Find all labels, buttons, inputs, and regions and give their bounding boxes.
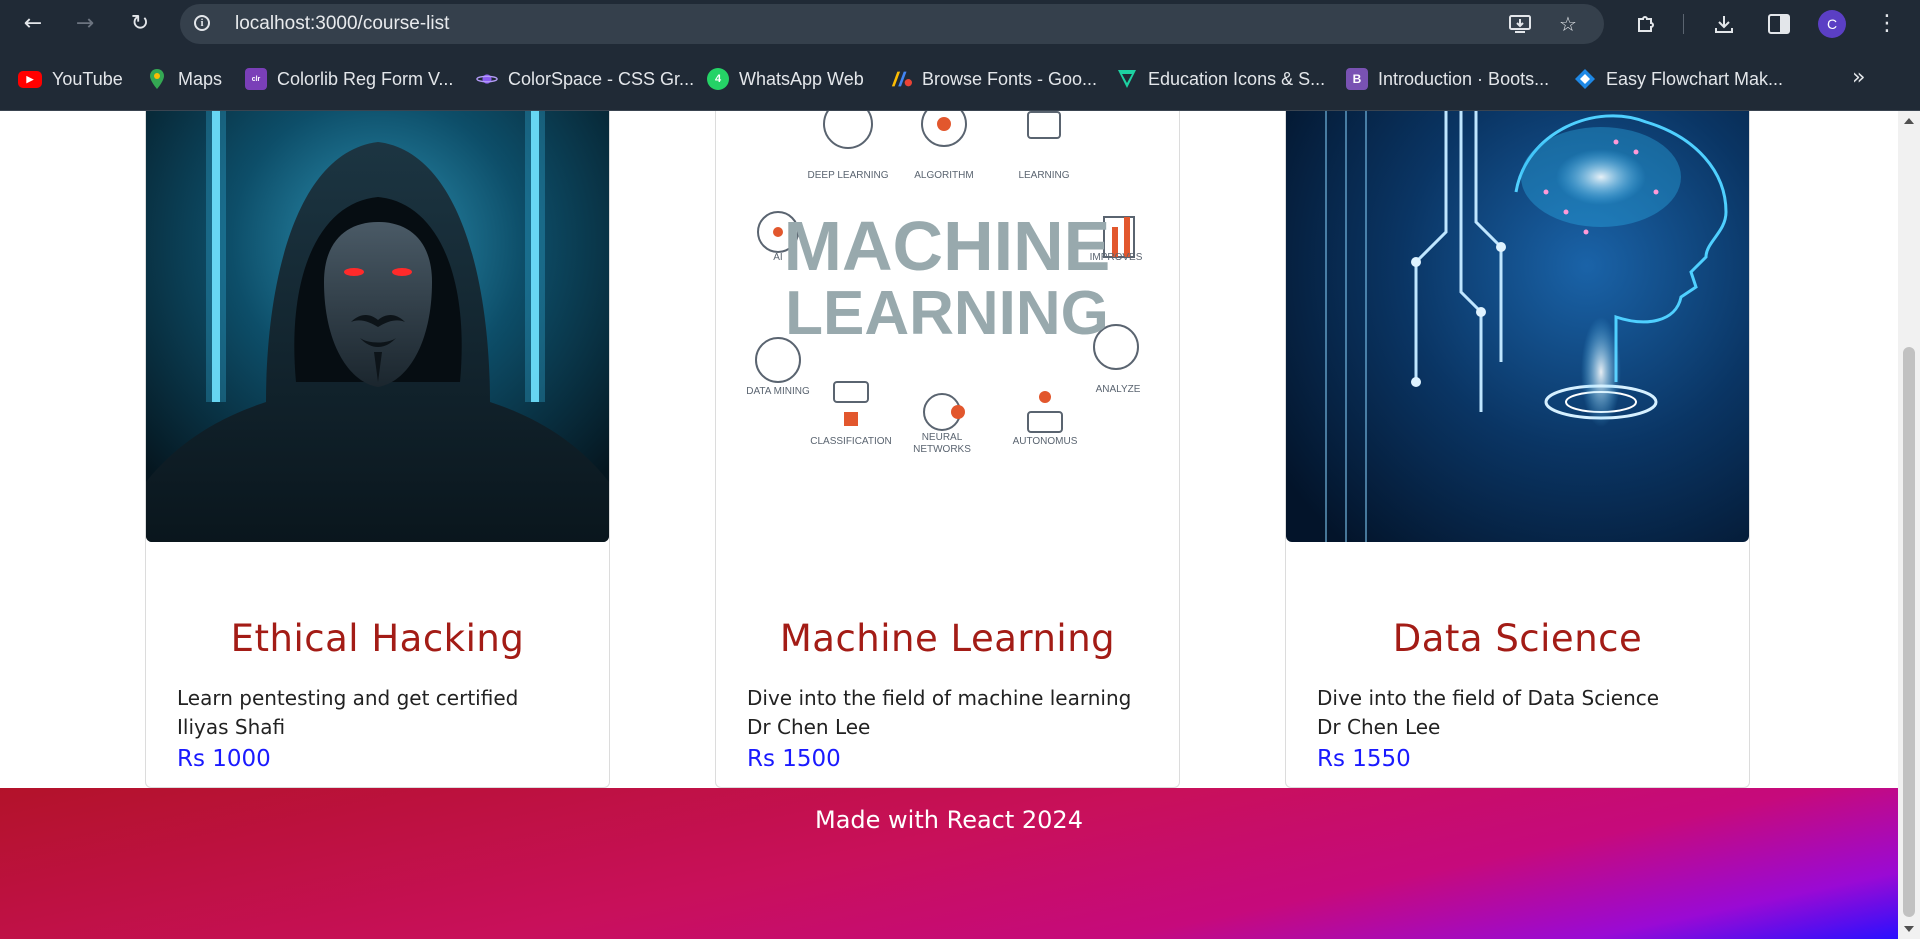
forward-arrow-icon[interactable]: →: [67, 6, 103, 42]
browser-toolbar: ← → ↻ i localhost:3000/course-list ☆ C ⋮: [0, 0, 1920, 47]
scroll-up-arrow-icon[interactable]: [1904, 118, 1914, 124]
scrollbar-thumb[interactable]: [1903, 347, 1915, 917]
digital-brain-image: [1286, 111, 1749, 542]
bookmark-colorspace[interactable]: ColorSpace - CSS Gr...: [476, 65, 694, 93]
scroll-down-arrow-icon[interactable]: [1904, 926, 1914, 932]
page-viewport: Ethical Hacking Learn pentesting and get…: [0, 111, 1898, 939]
bookmark-youtube[interactable]: ▶ YouTube: [18, 65, 123, 93]
bookmark-label: Browse Fonts - Goo...: [922, 68, 1098, 89]
profile-avatar[interactable]: C: [1818, 10, 1846, 38]
bookmark-label: Colorlib Reg Form V...: [277, 68, 454, 89]
download-icon[interactable]: [1706, 6, 1742, 42]
course-card[interactable]: MACHINE LEARNING DEEP LEARNING ALGORITHM…: [715, 111, 1180, 788]
colorspace-planet-icon: [476, 68, 498, 90]
colorlib-icon: clr: [245, 68, 267, 90]
flowchart-icon: [1574, 68, 1596, 90]
ml-heading-machine: MACHINE: [784, 207, 1111, 285]
ml-label: NETWORKS: [913, 444, 971, 455]
course-title: Data Science: [1392, 617, 1643, 660]
ml-label: ANALYZE: [1096, 384, 1141, 395]
bookmark-maps[interactable]: Maps: [146, 65, 222, 93]
course-author: Dr Chen Lee: [747, 715, 871, 739]
bookmark-star-icon[interactable]: ☆: [1550, 10, 1586, 38]
url-text[interactable]: localhost:3000/course-list: [235, 13, 449, 35]
hooded-hacker-image: [146, 111, 609, 542]
bookmark-label: Education Icons & S...: [1148, 68, 1326, 89]
ml-label: LEARNING: [1018, 170, 1069, 181]
ml-label: CLASSIFICATION: [810, 436, 892, 447]
bookmark-flaticon[interactable]: Education Icons & S...: [1116, 65, 1325, 93]
back-arrow-icon[interactable]: ←: [15, 6, 51, 42]
footer-text: Made with React 2024: [815, 806, 1083, 834]
course-card[interactable]: Data Science Dive into the field of Data…: [1285, 111, 1750, 788]
ml-label: AUTONOMUS: [1013, 436, 1078, 447]
bookmark-colorlib[interactable]: clr Colorlib Reg Form V...: [245, 65, 453, 93]
course-description: Learn pentesting and get certified: [177, 686, 519, 710]
google-fonts-icon: [890, 68, 912, 90]
bookmark-label: Introduction · Boots...: [1378, 68, 1550, 89]
bookmark-google-fonts[interactable]: Browse Fonts - Goo...: [890, 65, 1097, 93]
ml-label: DEEP LEARNING: [808, 170, 889, 181]
course-price: Rs 1500: [747, 746, 841, 772]
ml-label: DATA MINING: [746, 386, 810, 397]
bookmark-label: YouTube: [52, 68, 123, 89]
machine-learning-infographic-image: MACHINE LEARNING DEEP LEARNING ALGORITHM…: [716, 111, 1179, 542]
course-description: Dive into the field of machine learning: [747, 686, 1132, 710]
ml-label: AI: [773, 252, 782, 263]
course-author: Iliyas Shafi: [177, 715, 286, 739]
site-info-icon[interactable]: i: [194, 15, 210, 31]
bookmark-whatsapp[interactable]: 4 WhatsApp Web: [707, 65, 864, 93]
bootstrap-icon: B: [1346, 68, 1368, 90]
bookmark-bootstrap[interactable]: B Introduction · Boots...: [1346, 65, 1549, 93]
side-panel-icon[interactable]: [1761, 6, 1797, 42]
youtube-icon: ▶: [18, 70, 42, 88]
ml-heading-learning: LEARNING: [785, 279, 1109, 348]
course-card[interactable]: Ethical Hacking Learn pentesting and get…: [145, 111, 610, 788]
bookmark-label: WhatsApp Web: [739, 68, 864, 89]
install-app-icon[interactable]: [1502, 10, 1538, 38]
more-bookmarks-chevron-icon[interactable]: »: [1852, 65, 1865, 90]
course-author: Dr Chen Lee: [1317, 715, 1441, 739]
course-description: Dive into the field of Data Science: [1317, 686, 1660, 710]
flaticon-icon: [1116, 68, 1138, 90]
toolbar-divider: [1683, 14, 1684, 34]
bookmarks-bar: ▶ YouTube Maps clr Colorlib Reg Form V..…: [0, 47, 1920, 111]
ml-label: NEURAL: [922, 432, 963, 443]
reload-icon[interactable]: ↻: [122, 6, 158, 42]
ml-label: IMPROVES: [1090, 252, 1143, 263]
course-price: Rs 1550: [1317, 746, 1411, 772]
address-bar[interactable]: i localhost:3000/course-list ☆: [180, 4, 1604, 44]
menu-kebab-icon[interactable]: ⋮: [1869, 6, 1905, 42]
bookmark-label: ColorSpace - CSS Gr...: [508, 68, 695, 89]
bookmark-label: Easy Flowchart Mak...: [1606, 68, 1784, 89]
course-title: Ethical Hacking: [230, 617, 525, 660]
maps-pin-icon: [146, 68, 168, 90]
ml-label: ALGORITHM: [914, 170, 973, 181]
vertical-scrollbar[interactable]: [1898, 111, 1920, 939]
course-title: Machine Learning: [779, 617, 1116, 660]
extensions-puzzle-icon[interactable]: [1628, 6, 1664, 42]
bookmark-flowchart[interactable]: Easy Flowchart Mak...: [1574, 65, 1783, 93]
whatsapp-icon: 4: [707, 68, 729, 90]
course-price: Rs 1000: [177, 746, 271, 772]
page-footer: Made with React 2024: [0, 788, 1898, 939]
bookmark-label: Maps: [178, 68, 223, 89]
